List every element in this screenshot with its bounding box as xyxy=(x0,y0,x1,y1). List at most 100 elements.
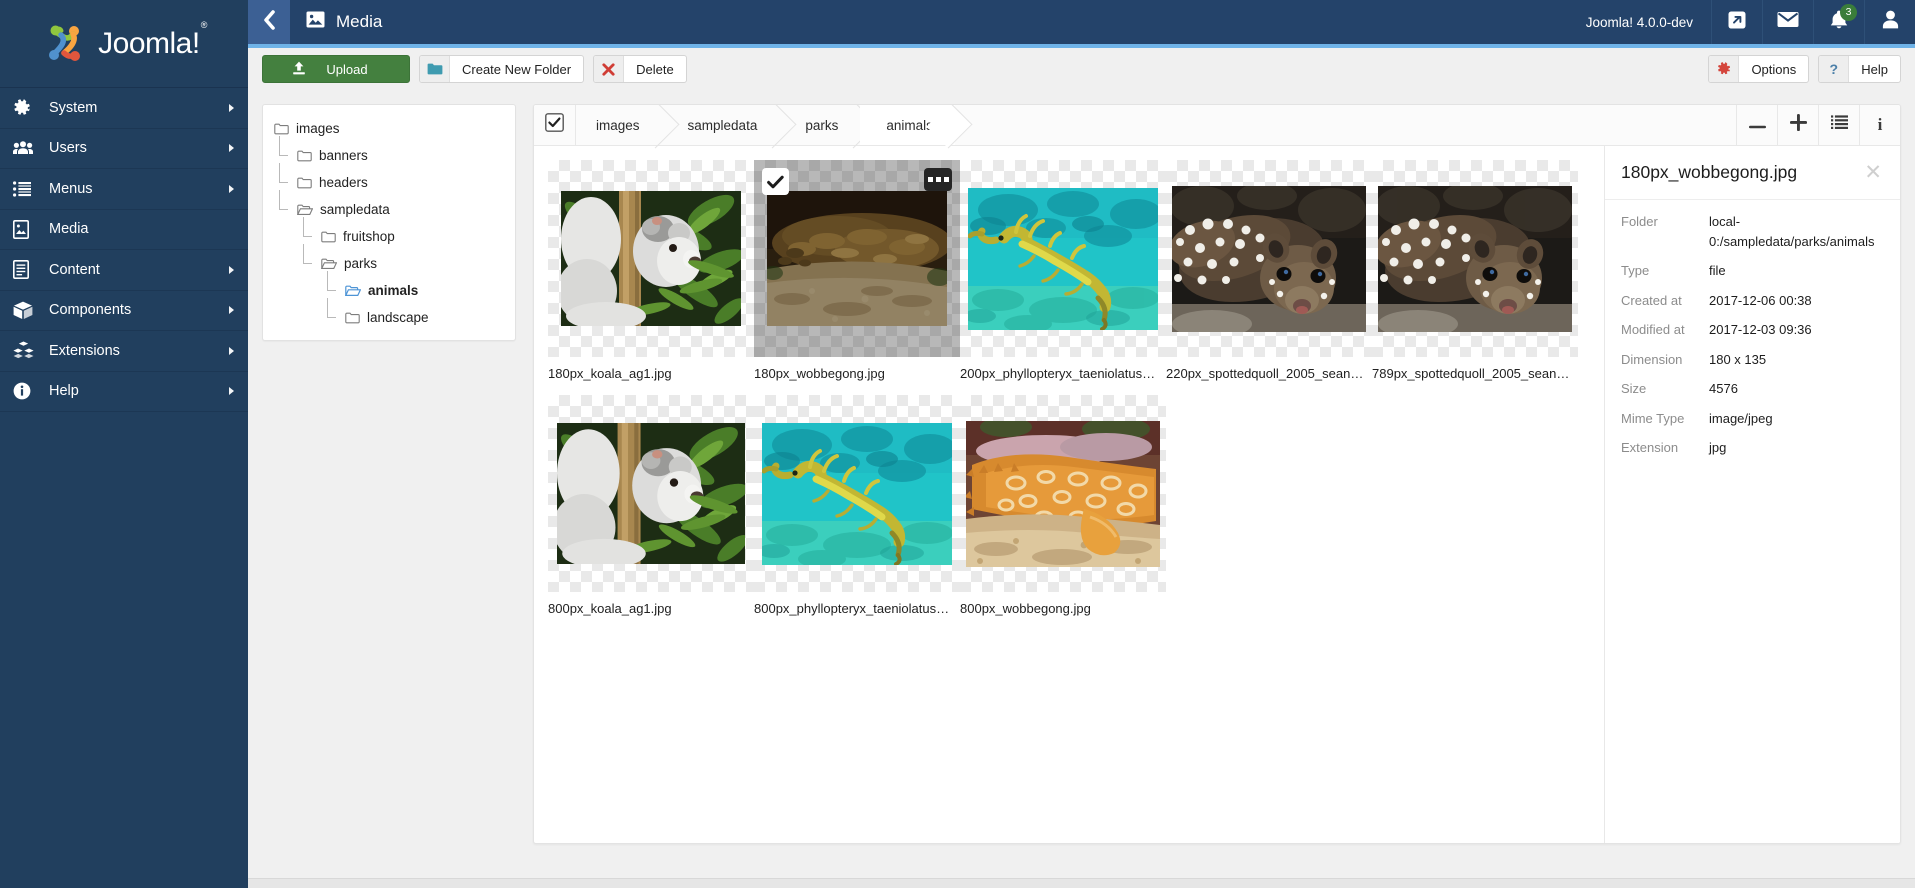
media-item-220px_spottedquoll[interactable]: 220px_spottedquoll_2005_seanmcclea... xyxy=(1166,160,1372,381)
content-area: images banners headers sampledata fruits… xyxy=(248,90,1915,888)
create-new-folder-button[interactable]: Create New Folder xyxy=(419,55,585,83)
media-grid: 180px_koala_ag1.jpg 180px_wobbegong.jpg … xyxy=(534,146,1604,843)
folder-tree-panel: images banners headers sampledata fruits… xyxy=(262,104,516,341)
messages-button[interactable] xyxy=(1762,0,1813,44)
info-key: Mime Type xyxy=(1621,410,1685,426)
media-item-200px_phyllopteryx_taeniolatus1[interactable]: 200px_phyllopteryx_taeniolatus1.jpg xyxy=(960,160,1166,381)
notification-badge: 3 xyxy=(1840,4,1857,21)
info-value: file xyxy=(1709,263,1726,278)
tree-node-label: banners xyxy=(319,148,368,163)
folder-closed-icon xyxy=(345,312,360,324)
tree-node-images[interactable]: images xyxy=(263,115,515,142)
media-item-800px_koala_ag1[interactable]: 800px_koala_ag1.jpg xyxy=(548,395,754,616)
media-item-name: 800px_wobbegong.jpg xyxy=(960,601,1091,616)
breadcrumb-item-animals[interactable]: animals xyxy=(860,105,955,145)
sidebar-item-help[interactable]: Help xyxy=(0,372,248,412)
dot xyxy=(927,177,933,182)
joomla-logo-icon xyxy=(42,22,88,66)
zoom-in-button[interactable] xyxy=(1777,105,1818,145)
sidebar-item-label: Help xyxy=(49,383,79,400)
thumbnail-wrapper[interactable] xyxy=(548,395,754,592)
tree-node-sampledata[interactable]: sampledata xyxy=(263,190,515,223)
help-button[interactable]: ? Help xyxy=(1818,55,1901,83)
top-header-bar: Media Joomla! 4.0.0-dev 3 xyxy=(248,0,1915,44)
media-view-controls: i xyxy=(1736,105,1900,145)
tree-node-fruitshop[interactable]: fruitshop xyxy=(263,217,515,250)
sidebar-item-users[interactable]: Users xyxy=(0,129,248,169)
page-title: Media xyxy=(336,12,383,31)
question-icon: ? xyxy=(1819,56,1850,82)
thumbnail-wrapper[interactable] xyxy=(960,395,1166,592)
select-all-checkbox[interactable] xyxy=(534,105,576,145)
media-item-180px_koala_ag1[interactable]: 180px_koala_ag1.jpg xyxy=(548,160,754,381)
options-button[interactable]: Options xyxy=(1708,55,1810,83)
delete-button[interactable]: Delete xyxy=(593,55,687,83)
sidebar-item-menus[interactable]: Menus xyxy=(0,169,248,210)
tree-node-landscape[interactable]: landscape xyxy=(263,298,515,331)
sidebar-item-media[interactable]: Media xyxy=(0,210,248,250)
media-item-name: 800px_koala_ag1.jpg xyxy=(548,601,672,616)
tree-node-animals[interactable]: animals xyxy=(263,271,515,304)
chevron-right-icon xyxy=(229,346,234,355)
sidebar-item-system[interactable]: System xyxy=(0,88,248,129)
thumbnail-wrapper[interactable] xyxy=(960,160,1166,357)
brand-logo-area[interactable]: Joomla!® xyxy=(0,0,248,88)
media-browser-card: images sampledata parks animals i 180px_… xyxy=(533,104,1901,844)
user-menu-button[interactable] xyxy=(1864,0,1915,44)
minus-icon xyxy=(1748,116,1766,134)
preview-site-button[interactable] xyxy=(1711,0,1762,44)
tree-node-headers[interactable]: headers xyxy=(263,163,515,196)
info-key: Type xyxy=(1621,263,1650,278)
sidebar-item-components[interactable]: Components xyxy=(0,291,248,331)
chevron-right-icon xyxy=(229,387,234,396)
plus-icon xyxy=(1789,114,1807,136)
sidebar-item-label: Media xyxy=(49,221,89,238)
sidebar-item-label: Users xyxy=(49,140,87,157)
folder-closed-icon xyxy=(321,231,336,243)
toggle-info-button[interactable]: i xyxy=(1859,105,1900,145)
sidebar-item-extensions[interactable]: Extensions xyxy=(0,331,248,372)
version-label: Joomla! 4.0.0-dev xyxy=(1585,14,1693,30)
sidebar-item-label: Components xyxy=(49,302,132,319)
toggle-list-view-button[interactable] xyxy=(1818,105,1859,145)
thumbnail-image-wobbegong xyxy=(767,191,947,326)
thumbnail-wrapper[interactable] xyxy=(1166,160,1372,357)
upload-button[interactable]: Upload xyxy=(262,55,410,83)
media-item-800px_wobbegong[interactable]: 800px_wobbegong.jpg xyxy=(960,395,1166,616)
folder-open-icon xyxy=(345,285,361,297)
item-selected-checkmark-icon[interactable] xyxy=(762,168,789,195)
breadcrumb-item-sampledata[interactable]: sampledata xyxy=(661,105,780,145)
thumbnail-wrapper[interactable] xyxy=(754,395,960,592)
media-item-180px_wobbegong[interactable]: 180px_wobbegong.jpg xyxy=(754,160,960,381)
thumbnail-wrapper[interactable] xyxy=(754,160,960,357)
folder-open-icon xyxy=(297,204,313,216)
back-button[interactable] xyxy=(248,0,290,44)
tree-node-label: sampledata xyxy=(320,202,390,217)
chevron-left-icon xyxy=(262,9,277,36)
chevron-right-icon xyxy=(229,306,234,315)
close-icon[interactable]: ✕ xyxy=(1860,160,1886,185)
breadcrumb-label: parks xyxy=(805,117,839,133)
thumbnail-wrapper[interactable] xyxy=(1372,160,1578,357)
zoom-out-button[interactable] xyxy=(1736,105,1777,145)
thumbnail-wrapper[interactable] xyxy=(548,160,754,357)
item-actions-menu-button[interactable] xyxy=(924,168,952,191)
action-toolbar: Upload Create New Folder Delete Options … xyxy=(248,48,1915,90)
user-icon xyxy=(1882,10,1899,34)
cube-icon xyxy=(13,300,39,320)
external-link-icon xyxy=(1727,10,1747,35)
sidebar-item-label: Extensions xyxy=(49,342,120,359)
info-value: local-0:/sampledata/parks/animals xyxy=(1709,214,1875,249)
tree-elbow xyxy=(275,190,297,223)
breadcrumb-label: images xyxy=(596,117,640,133)
tree-node-banners[interactable]: banners xyxy=(263,136,515,169)
breadcrumb-item-images[interactable]: images xyxy=(576,105,662,145)
sidebar-item-label: System xyxy=(49,99,98,116)
media-item-800px_phyllopteryx_taeniolatus1[interactable]: 800px_phyllopteryx_taeniolatus1.jpg xyxy=(754,395,960,616)
media-item-789px_spottedquoll[interactable]: 789px_spottedquoll_2005_seanmcclea... xyxy=(1372,160,1578,381)
media-item-name: 800px_phyllopteryx_taeniolatus1.jpg xyxy=(754,601,960,616)
breadcrumb-label: animals xyxy=(886,117,933,133)
notifications-button[interactable]: 3 xyxy=(1813,0,1864,44)
sidebar-item-content[interactable]: Content xyxy=(0,250,248,291)
tree-node-parks[interactable]: parks xyxy=(263,244,515,277)
